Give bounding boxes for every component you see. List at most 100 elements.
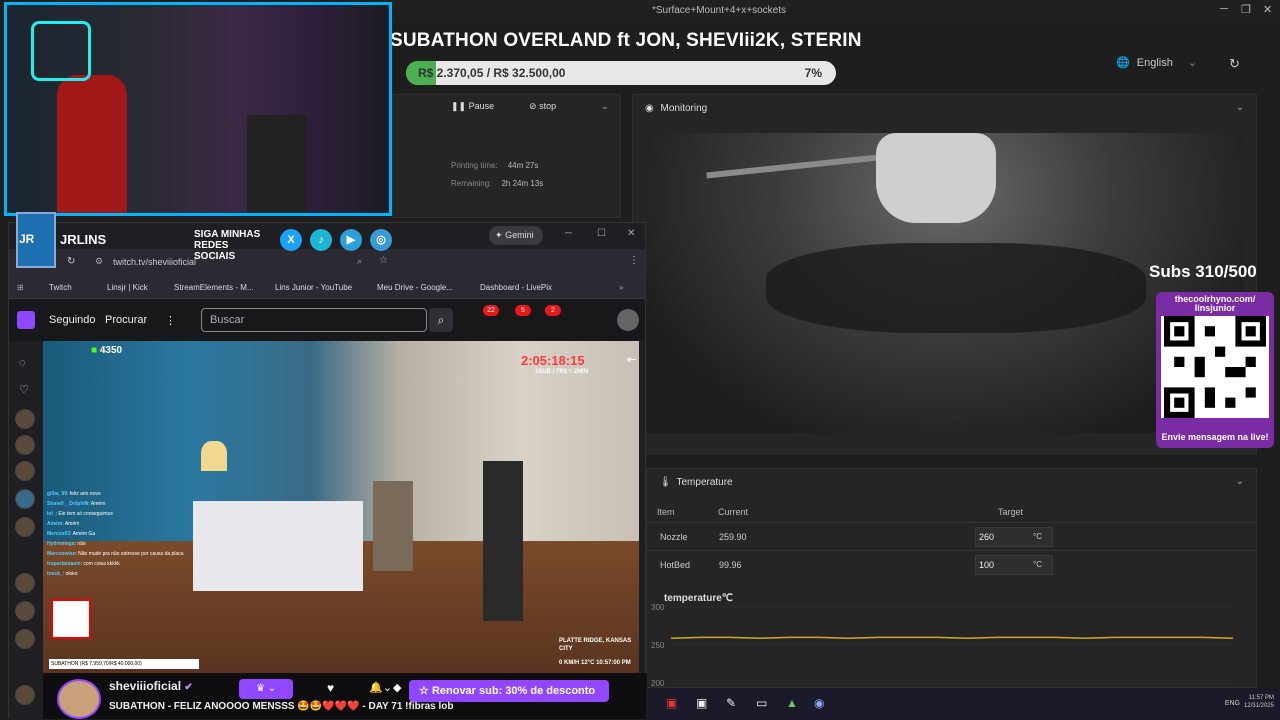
temperature-panel: 🌡 Temperature ⌄ Item Current Target Nozz… — [646, 468, 1257, 688]
subs-counter: Subs 310/500 — [1149, 262, 1257, 281]
language-selector[interactable]: 🌐 English ⌄ — [1116, 56, 1197, 69]
channel-avatar[interactable] — [15, 517, 35, 537]
bed — [193, 501, 363, 591]
maximize-icon[interactable]: ☐ — [597, 228, 606, 239]
user-avatar[interactable] — [617, 309, 639, 331]
streamer-name[interactable]: sheviiioficial ✔ — [109, 679, 193, 693]
apps-icon[interactable]: ⊞ — [17, 283, 24, 292]
streamer-avatar[interactable] — [57, 679, 101, 719]
chat-user: Amém — [47, 521, 63, 527]
app-icon[interactable]: ▲ — [786, 696, 798, 710]
nav-following[interactable]: Seguindo — [49, 314, 96, 326]
terminal-icon[interactable]: ▭ — [756, 696, 767, 710]
gemini-button[interactable]: ✦ Gemini — [489, 226, 543, 245]
chat-user: lol_ — [47, 511, 56, 517]
channel-avatar[interactable] — [15, 461, 35, 481]
stop-button[interactable]: ⊘ stop — [529, 101, 556, 112]
bookmark-drive[interactable]: Meu Drive - Google... — [377, 283, 453, 292]
chat-user: Hydromega — [47, 541, 75, 547]
stream-sub-goal: SUBATHON (R$ 7.959,70/R$ 40.000,00) — [49, 659, 199, 669]
renew-sub-button[interactable]: ☆ Renovar sub: 30% de desconto — [409, 680, 609, 702]
chevron-down-icon: ⌄ — [1187, 57, 1198, 69]
logo-lettering: JR — [19, 232, 35, 246]
chat-msg: não — [77, 541, 86, 547]
maximize-icon[interactable]: ❐ — [1241, 3, 1251, 16]
channel-avatar[interactable] — [15, 601, 35, 621]
monitoring-title: Monitoring — [660, 103, 708, 114]
refresh-icon[interactable]: ↻ — [1229, 56, 1240, 72]
bookmark-livepix[interactable]: Dashboard - LivePix — [480, 283, 552, 292]
subscribe-dropdown-button[interactable]: ♛ ⌄ — [239, 679, 293, 699]
chevron-down-icon[interactable]: ⌄ — [1236, 102, 1244, 113]
close-icon[interactable]: ✕ — [1263, 3, 1272, 16]
gift-icon[interactable]: ◆ — [393, 681, 401, 694]
instagram-icon: ◎ — [370, 229, 392, 251]
temp-current: 259.90 — [719, 532, 747, 542]
temperature-title: Temperature — [676, 477, 733, 488]
speed-time-text: 0 KM/H 12°C 10:57:00 PM — [559, 660, 631, 666]
heart-icon[interactable]: ♥ — [327, 681, 334, 695]
chat-msg: Amém — [64, 521, 80, 527]
theater-mode-icon[interactable]: ⇤ — [627, 353, 636, 366]
close-icon[interactable]: ✕ — [627, 228, 635, 239]
temperature-header[interactable]: 🌡 Temperature — [659, 477, 733, 488]
chevron-right-icon[interactable]: » — [619, 283, 623, 292]
channel-avatar[interactable] — [15, 629, 35, 649]
twitch-logo-icon[interactable] — [17, 311, 35, 329]
chevron-down-icon[interactable]: ⌄ — [601, 101, 609, 112]
windows-taskbar: ▣ ▣ ✎ ▭ ▲ ◉ ENG 11:57 PM 12/31/2025 — [646, 688, 1280, 720]
channel-avatar[interactable] — [15, 435, 35, 455]
temp-unit: °C — [1033, 560, 1042, 569]
app-icon[interactable]: ✎ — [726, 696, 736, 710]
clock-date: 12/31/2025 — [1243, 703, 1274, 709]
video-player[interactable]: ■ 4350 2:05:18:15 1SUB / 7R$ = 2MIN ⇤ gi… — [43, 341, 639, 673]
chat-overlay: gilba_99: feliz ano novo Stone0__DolphiN… — [47, 489, 187, 579]
pause-button[interactable]: ❚❚ Pause — [451, 101, 494, 112]
channel-avatar[interactable] — [15, 685, 35, 705]
qr-widget: thecoolrhyno.com/ linsjunior Envie mensa… — [1156, 292, 1274, 448]
chevron-down-icon[interactable]: ⌄ — [1236, 476, 1244, 487]
chat-msg: Amém — [90, 501, 106, 507]
discord-icon[interactable]: ◉ — [814, 696, 824, 710]
star-icon: ☆ — [419, 685, 429, 697]
minimize-icon[interactable]: ─ — [565, 228, 572, 239]
chat-user: Mercos03 — [47, 531, 71, 537]
channel-avatar[interactable] — [15, 573, 35, 593]
stream-title: SUBATHON - FELIZ ANOOOO MENSSS 🤩🤩❤️❤️❤️ … — [109, 701, 454, 712]
bookmark-streamelements[interactable]: StreamElements - M... — [174, 283, 254, 292]
bookmark-youtube[interactable]: Lins Junior - YouTube — [275, 283, 352, 292]
tray-language[interactable]: ENG — [1225, 700, 1240, 707]
channel-logo: JR — [16, 212, 56, 268]
chat-user: gilba_99 — [47, 491, 68, 497]
chat-user: tneck_ — [47, 571, 63, 577]
minimize-icon[interactable]: ─ — [1220, 3, 1228, 15]
pause-icon: ❚❚ — [451, 101, 467, 111]
temp-row-nozzle: Nozzle 259.90 260 °C — [647, 522, 1256, 550]
channel-avatar[interactable] — [15, 409, 35, 429]
chat-line: trupertantasm: com coisa kkkkk — [47, 561, 120, 567]
y-tick-label: 200 — [651, 679, 665, 688]
taskbar-clock[interactable]: 11:57 PM 12/31/2025 — [1244, 694, 1274, 710]
subathon-title: SUBATHON OVERLAND ft JON, SHEVIii2K, STE… — [390, 30, 862, 51]
y-tick-label: 250 — [651, 641, 665, 650]
collapse-icon[interactable]: ◌ — [19, 357, 26, 369]
app-icon[interactable]: ▣ — [696, 696, 707, 710]
print-object — [766, 243, 1146, 333]
nav-browse[interactable]: Procurar — [105, 314, 147, 326]
bell-icon[interactable]: 🔔⌄ — [369, 681, 392, 694]
monitoring-header[interactable]: ◉ Monitoring — [645, 103, 707, 114]
menu-icon[interactable]: ⋮ — [629, 255, 639, 266]
search-input[interactable]: Buscar — [201, 308, 427, 332]
heart-icon[interactable]: ♡ — [19, 383, 29, 396]
chat-line: Marcoswise: Não mude pra não estresse po… — [47, 551, 184, 557]
channel-avatar[interactable] — [15, 489, 35, 509]
bookmarks-bar: ⊞ Twitch Linsjr | Kick StreamElements - … — [9, 275, 645, 299]
chat-line: Hydromega: não — [47, 541, 86, 547]
app-icon[interactable]: ▣ — [666, 696, 677, 710]
more-icon[interactable]: ⋮ — [165, 314, 176, 327]
bookmark-twitch[interactable]: Twitch — [49, 283, 72, 292]
subathon-timer-rule: 1SUB / 7R$ = 2MIN — [535, 369, 589, 375]
bookmark-kick[interactable]: Linsjr | Kick — [107, 283, 148, 292]
search-icon[interactable]: ⌕ — [429, 308, 453, 332]
gaming-chair — [57, 75, 127, 213]
